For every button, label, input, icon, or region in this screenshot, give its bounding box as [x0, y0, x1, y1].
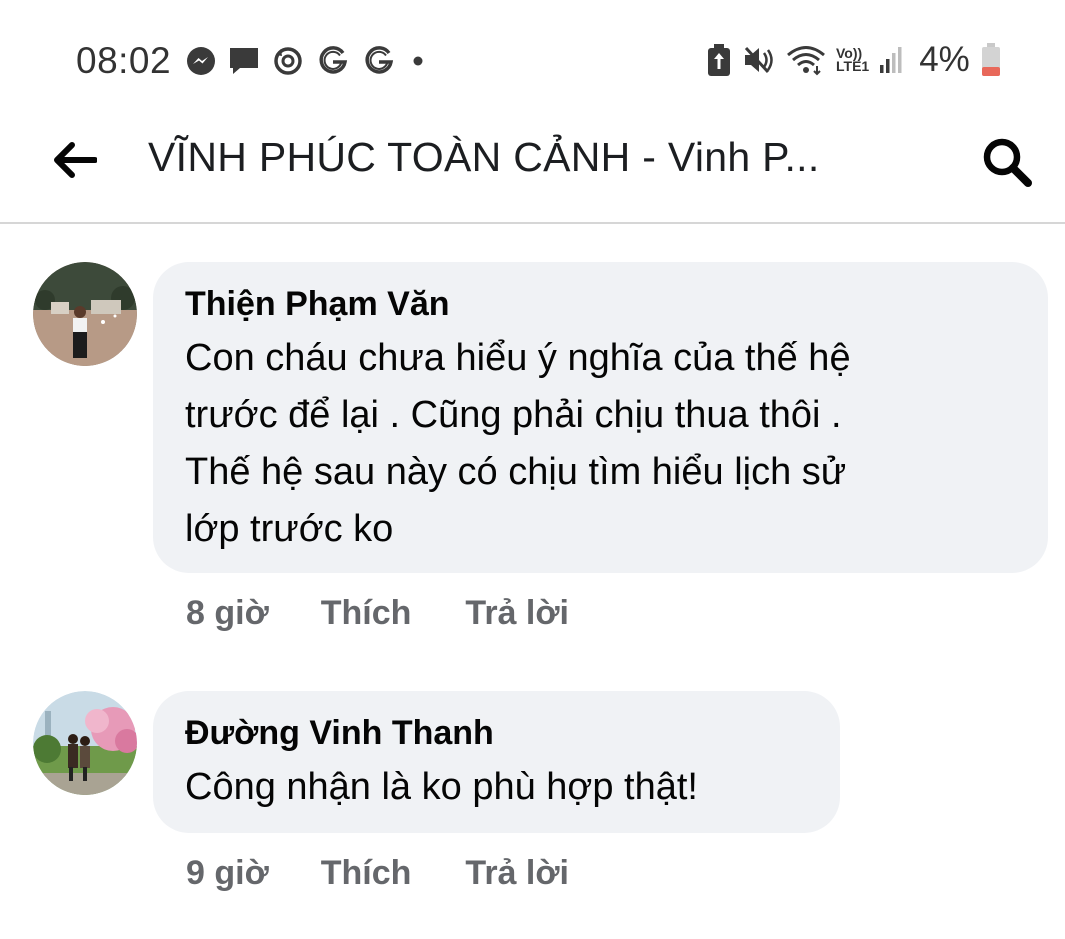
comment-bubble: Thiện Phạm Văn Con cháu chưa hiểu ý nghĩ… — [153, 262, 1048, 573]
comment-author[interactable]: Thiện Phạm Văn — [185, 282, 1018, 326]
comment-line: trước để lại . Cũng phải chịu thua thôi … — [185, 394, 842, 436]
screen: 08:02 Vo)) LTE1 4% VĨNH PHÚC TOÀN CẢNH -… — [0, 0, 1065, 939]
comment-bubble: Đường Vinh Thanh Công nhận là ko phù hợp… — [153, 691, 840, 833]
battery-icon — [980, 42, 1002, 78]
page-title: VĨNH PHÚC TOÀN CẢNH - Vinh P... — [148, 134, 820, 180]
reply-button[interactable]: Trả lời — [465, 854, 569, 893]
battery-saver-icon — [706, 43, 732, 77]
back-button[interactable] — [46, 132, 102, 188]
back-arrow-icon — [54, 142, 97, 178]
page-header: VĨNH PHÚC TOÀN CẢNH - Vinh P... — [0, 110, 1065, 222]
battery-percent: 4% — [919, 40, 970, 79]
comment-text: Công nhận là ko phù hợp thật! — [185, 759, 810, 816]
avatar[interactable] — [33, 691, 137, 795]
status-bar: 08:02 Vo)) LTE1 4% — [0, 0, 1065, 110]
avatar[interactable] — [33, 262, 137, 366]
g-icon — [316, 44, 350, 78]
comment-line: Công nhận là ko phù hợp thật! — [185, 766, 698, 808]
comment-line: Con cháu chưa hiểu ý nghĩa của thế hệ — [185, 337, 851, 379]
signal-icon — [879, 45, 903, 75]
messenger-icon — [186, 46, 216, 76]
sync-icon — [272, 45, 304, 77]
comment-actions: 9 giờ Thích Trả lời — [186, 854, 623, 893]
comment-author[interactable]: Đường Vinh Thanh — [185, 711, 810, 755]
header-divider — [0, 222, 1065, 224]
avatar-photo — [33, 262, 137, 366]
lte-label: LTE1 — [836, 58, 870, 74]
comment-actions: 8 giờ Thích Trả lời — [186, 594, 623, 633]
comment-time: 8 giờ — [186, 594, 269, 632]
search-icon — [983, 138, 1032, 187]
search-button[interactable] — [975, 130, 1039, 194]
notification-icons — [186, 44, 428, 78]
reply-button[interactable]: Trả lời — [465, 594, 569, 633]
like-button[interactable]: Thích — [321, 854, 412, 893]
like-button[interactable]: Thích — [321, 594, 412, 633]
wifi-icon — [786, 44, 826, 76]
system-icons: Vo)) LTE1 4% — [706, 40, 1002, 80]
comment-time: 9 giờ — [186, 854, 269, 892]
mute-icon — [742, 44, 776, 76]
avatar-photo — [33, 691, 137, 795]
comment-line: lớp trước ko — [185, 508, 394, 550]
g-icon — [362, 44, 396, 78]
status-time: 08:02 — [76, 40, 172, 81]
dot-icon — [408, 51, 428, 71]
chat-bubble-icon — [228, 46, 260, 76]
volte-lte-icon: Vo)) LTE1 — [836, 46, 870, 74]
comment-text: Con cháu chưa hiểu ý nghĩa của thế hệ tr… — [185, 330, 1018, 558]
comment-line: Thế hệ sau này có chịu tìm hiểu lịch sử — [185, 451, 847, 493]
